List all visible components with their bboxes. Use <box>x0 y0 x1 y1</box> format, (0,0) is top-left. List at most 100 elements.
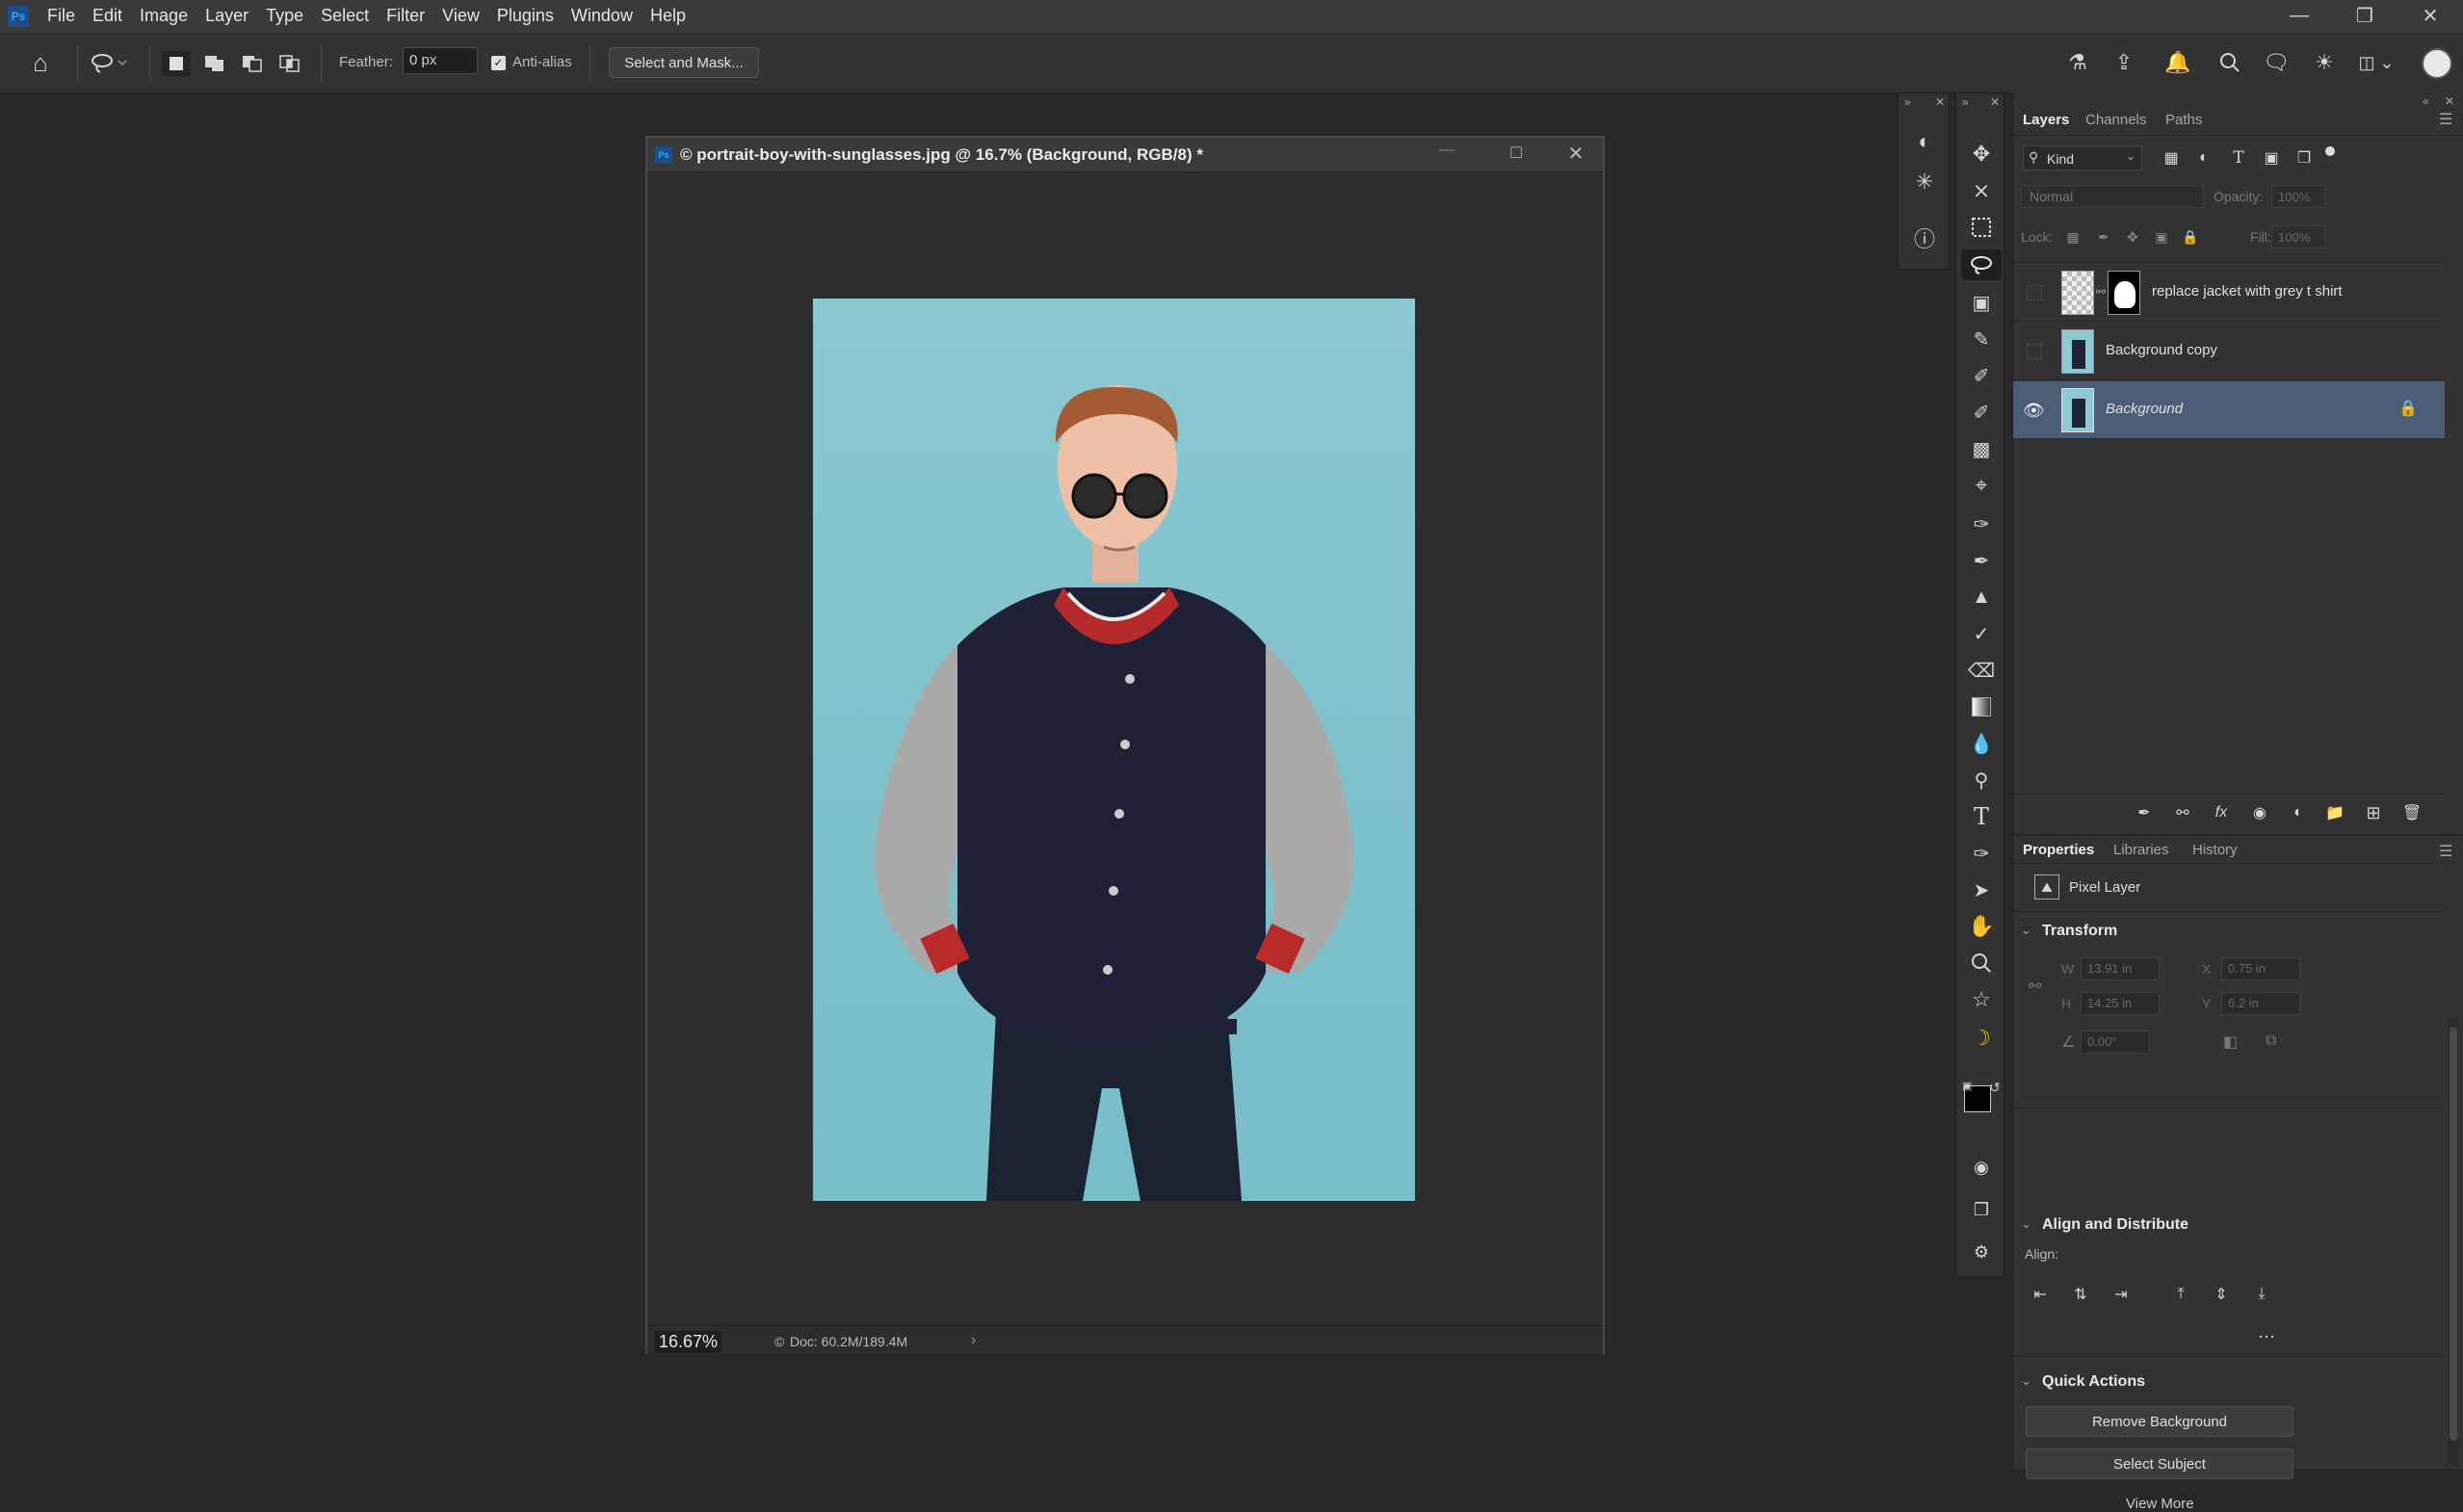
select-subject-button[interactable]: Select Subject <box>2026 1448 2293 1479</box>
lock-image-icon[interactable]: ✒ <box>2094 227 2113 247</box>
doc-maximize-icon[interactable]: ☐ <box>1497 143 1535 170</box>
star-icon[interactable]: ☆ <box>1966 985 1997 1014</box>
intersect-selection-icon[interactable] <box>275 51 304 76</box>
tab-layers[interactable]: Layers <box>2023 112 2069 128</box>
artboard-tool-icon[interactable]: ⨯ <box>1966 176 1997 205</box>
width-field[interactable]: 13.91 in <box>2081 957 2160 980</box>
share-icon[interactable]: ⇪ <box>2108 47 2140 78</box>
opacity-input[interactable]: 100% <box>2271 185 2325 208</box>
hand-tool-icon[interactable]: ✋ <box>1966 912 1997 941</box>
lock-all-icon[interactable]: 🔒 <box>2181 227 2200 247</box>
zoom-tool-icon[interactable] <box>1966 949 1997 978</box>
select-and-mask-button[interactable]: Select and Mask... <box>609 47 759 78</box>
filter-type-icon[interactable]: T <box>2227 146 2250 169</box>
pen-tool-icon[interactable]: ✑ <box>1966 839 1997 868</box>
add-selection-icon[interactable] <box>200 51 229 76</box>
menu-view[interactable]: View <box>433 0 488 32</box>
workspace-icon[interactable]: ◫ ⌄ <box>2352 47 2400 78</box>
tab-paths[interactable]: Paths <box>2165 112 2202 128</box>
link-layers-icon[interactable]: ⚯ <box>2171 801 2194 824</box>
menu-filter[interactable]: Filter <box>378 0 433 32</box>
x-field[interactable]: 0.75 in <box>2221 957 2300 980</box>
layer-ai-icon[interactable]: ✒ <box>2133 801 2156 824</box>
chat-icon[interactable]: 🗨 <box>2260 47 2293 78</box>
doc-minimize-icon[interactable]: — <box>1428 142 1466 169</box>
eraser-tool-icon[interactable]: ⌫ <box>1966 656 1997 685</box>
marquee-tool-icon[interactable] <box>1966 213 1997 242</box>
toolbar-expand-icon[interactable]: » <box>1962 95 1969 109</box>
transform-chevron-icon[interactable]: ⌄ <box>2021 923 2031 938</box>
panel-close-icon[interactable]: ✕ <box>2445 94 2454 108</box>
flask-icon[interactable]: ⚗ <box>2061 47 2094 78</box>
subtract-selection-icon[interactable] <box>238 51 267 76</box>
view-more-link[interactable]: View More <box>2126 1496 2194 1512</box>
doc-info[interactable]: Doc: 60.2M/189.4M <box>790 1334 907 1349</box>
new-layer-icon[interactable]: ⊞ <box>2362 801 2385 824</box>
filter-shape-icon[interactable]: ▣ <box>2260 146 2283 169</box>
lasso-preset-icon[interactable] <box>85 47 133 78</box>
sparkle-icon[interactable]: ✳ <box>1910 169 1939 196</box>
history-brush-tool-icon[interactable]: ✓ <box>1966 619 1997 648</box>
healing-brush-tool-icon[interactable]: ✐ <box>1966 398 1997 427</box>
menu-window[interactable]: Window <box>563 0 642 32</box>
close-icon[interactable]: ✕ <box>2397 0 2463 32</box>
brush-tool-icon[interactable]: ✒ <box>1966 546 1997 575</box>
menu-type[interactable]: Type <box>257 0 312 32</box>
layer-mask-thumbnail[interactable] <box>2108 271 2140 315</box>
group-folder-icon[interactable]: 📁 <box>2323 801 2346 824</box>
menu-layer[interactable]: Layer <box>197 0 257 32</box>
filter-adjustment-icon[interactable]: ◐ <box>2192 146 2215 169</box>
fill-input[interactable]: 100% <box>2271 225 2325 248</box>
new-selection-icon[interactable] <box>162 51 191 76</box>
filter-pixel-icon[interactable]: ▦ <box>2160 146 2183 169</box>
tab-properties[interactable]: Properties <box>2023 842 2094 858</box>
adjustments-icon[interactable]: ◐ <box>1910 128 1939 155</box>
menu-help[interactable]: Help <box>642 0 694 32</box>
align-right-icon[interactable]: ⇥ <box>2109 1283 2133 1306</box>
status-arrow-icon[interactable]: › <box>971 1332 976 1349</box>
menu-file[interactable]: File <box>39 0 84 32</box>
edit-toolbar-icon[interactable]: ⚙ <box>1966 1238 1997 1266</box>
eye-icon[interactable]: 👁 <box>2023 401 2045 421</box>
screen-mode-icon[interactable]: ❐ <box>1966 1195 1997 1224</box>
layer-row[interactable]: Background copy <box>2013 323 2445 380</box>
filter-toggle-icon[interactable] <box>2325 146 2335 156</box>
home-icon[interactable]: ⌂ <box>23 47 58 78</box>
antialias-checkbox[interactable]: ✓ <box>491 56 506 70</box>
avatar[interactable] <box>2422 48 2452 79</box>
lock-position-icon[interactable]: ✥ <box>2123 227 2142 247</box>
properties-menu-icon[interactable]: ☰ <box>2439 842 2452 861</box>
bell-icon[interactable]: 🔔 <box>2162 47 2194 78</box>
type-tool-icon[interactable]: T <box>1966 802 1997 831</box>
dodge-tool-icon[interactable]: ⚲ <box>1966 766 1997 795</box>
align-chevron-icon[interactable]: ⌄ <box>2021 1216 2031 1232</box>
eyedropper-tool-icon[interactable]: ✐ <box>1966 361 1997 390</box>
toolbar-close-icon[interactable]: ✕ <box>1990 95 2000 109</box>
crop-tool-icon[interactable]: ⌖ <box>1966 471 1997 500</box>
y-field[interactable]: 6.2 in <box>2221 992 2300 1015</box>
clone-stamp-tool-icon[interactable]: ▲ <box>1966 583 1997 612</box>
menu-plugins[interactable]: Plugins <box>488 0 563 32</box>
gradient-tool-icon[interactable] <box>1966 692 1997 721</box>
doc-close-icon[interactable]: ✕ <box>1557 142 1595 169</box>
color-sampler-tool-icon[interactable]: ✑ <box>1966 509 1997 538</box>
feather-input[interactable]: 0 px <box>403 47 478 74</box>
blend-mode-select[interactable]: Normal <box>2021 185 2204 208</box>
quick-actions-chevron-icon[interactable]: ⌄ <box>2021 1373 2031 1389</box>
fx-icon[interactable]: fx <box>2210 801 2233 824</box>
tab-channels[interactable]: Channels <box>2085 112 2146 128</box>
menu-edit[interactable]: Edit <box>84 0 131 32</box>
visibility-toggle[interactable] <box>2027 285 2042 300</box>
angle-field[interactable]: 0.00° <box>2081 1030 2150 1054</box>
tab-history[interactable]: History <box>2192 842 2238 858</box>
adjustment-layer-icon[interactable]: ◐ <box>2287 801 2310 824</box>
banana-icon[interactable]: ☽ <box>1966 1024 1997 1053</box>
menu-image[interactable]: Image <box>131 0 197 32</box>
quick-select-tool-icon[interactable]: ✎ <box>1966 325 1997 353</box>
lock-transparent-icon[interactable]: ▦ <box>2063 227 2083 247</box>
align-top-icon[interactable]: ⤒ <box>2169 1283 2192 1306</box>
align-center-horizontal-icon[interactable]: ⇅ <box>2069 1283 2092 1306</box>
path-select-tool-icon[interactable]: ➤ <box>1966 875 1997 904</box>
blur-tool-icon[interactable]: 💧 <box>1966 729 1997 758</box>
info-icon[interactable]: ⓘ <box>1910 224 1939 251</box>
